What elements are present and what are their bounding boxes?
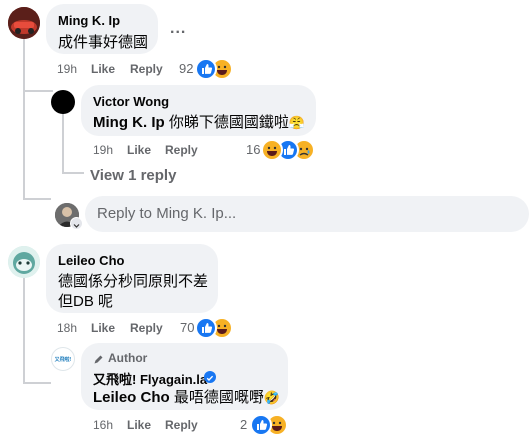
thread-curve — [23, 382, 51, 384]
comment-text-line: 德國係分秒同原則不差 — [58, 273, 209, 290]
like-reaction-icon — [195, 317, 217, 339]
like-button[interactable]: Like — [91, 321, 115, 335]
comment-author[interactable]: Victor Wong — [93, 94, 169, 109]
view-replies-link[interactable]: View 1 reply — [90, 167, 176, 184]
reply-button[interactable]: Reply — [130, 62, 163, 76]
avatar-image — [8, 246, 40, 278]
comment-time[interactable]: 19h — [57, 62, 77, 76]
comment-bubble: Leileo Cho 德國係分秒同原則不差 但DB 呢 — [46, 244, 218, 313]
author-badge: Author — [108, 351, 148, 365]
comment-time[interactable]: 19h — [93, 143, 113, 157]
reply-button[interactable]: Reply — [165, 143, 198, 157]
comment-body: 你睇下德國國鐵啦 — [164, 114, 289, 131]
reply-input[interactable]: Reply to Ming K. Ip... — [85, 196, 529, 232]
comment-bubble: Ming K. Ip 成件事好德國 — [46, 4, 158, 54]
emoji: 😤 — [288, 115, 306, 130]
emoji: 🤣 — [263, 390, 281, 405]
comment-body: 最唔德國嘅嘢 — [169, 389, 264, 406]
like-button[interactable]: Like — [127, 143, 151, 157]
comment-bubble: Author 又飛啦! Flyagain.la Leileo Cho 最唔德國嘅… — [81, 343, 288, 410]
mention-tag[interactable]: Ming K. Ip — [93, 114, 165, 131]
comment-text-line: 但DB 呢 — [58, 293, 114, 310]
comment-text: Leileo Cho 最唔德國嘅嘢🤣 — [93, 386, 280, 407]
mention-tag[interactable]: Leileo Cho — [93, 389, 170, 406]
reply-button[interactable]: Reply — [130, 321, 163, 335]
comment-text: Ming K. Ip 你睇下德國國鐵啦😤 — [93, 111, 305, 132]
reaction-count[interactable]: 16 — [246, 142, 260, 157]
comment-author[interactable]: Ming K. Ip — [58, 13, 120, 28]
avatar[interactable] — [8, 246, 40, 278]
haha-reaction-icon — [261, 139, 283, 161]
reply-button[interactable]: Reply — [165, 418, 198, 432]
reaction-count[interactable]: 2 — [240, 417, 247, 432]
more-options-icon[interactable]: ... — [170, 20, 186, 38]
thread-curve — [23, 198, 51, 200]
reaction-count[interactable]: 70 — [180, 320, 194, 335]
avatar[interactable] — [8, 7, 40, 39]
like-button[interactable]: Like — [127, 418, 151, 432]
comment-author[interactable]: Leileo Cho — [58, 253, 124, 268]
reaction-count[interactable]: 92 — [179, 61, 193, 76]
like-reaction-icon — [250, 414, 272, 436]
like-button[interactable]: Like — [91, 62, 115, 76]
comment-text: 成件事好德國 — [58, 34, 149, 51]
chevron-down-icon[interactable] — [70, 217, 83, 230]
thread-line — [23, 38, 25, 200]
verified-badge-icon — [204, 371, 216, 383]
reply-placeholder: Reply to Ming K. Ip... — [97, 205, 237, 222]
thread-line — [23, 90, 53, 92]
avatar-image — [8, 7, 40, 39]
comment-time[interactable]: 18h — [57, 321, 77, 335]
comment-bubble: Victor Wong Ming K. Ip 你睇下德國國鐵啦😤 — [81, 85, 316, 136]
page-avatar-text: 又飛啦! — [54, 357, 72, 363]
thread-line — [23, 274, 25, 382]
comment-time[interactable]: 16h — [93, 418, 113, 432]
pencil-icon — [93, 352, 104, 370]
page-avatar[interactable]: 又飛啦! — [51, 347, 75, 371]
thread-curve — [62, 172, 84, 174]
like-reaction-icon — [195, 58, 217, 80]
thread-line — [62, 113, 64, 173]
avatar[interactable] — [51, 90, 75, 114]
